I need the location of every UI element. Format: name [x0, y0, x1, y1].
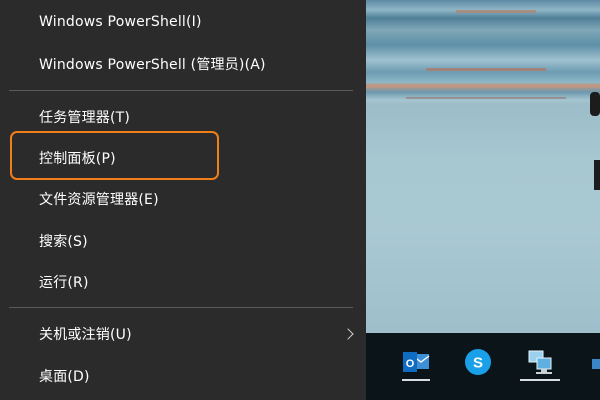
menu-item-run[interactable]: 运行(R) [0, 261, 366, 302]
menu-item-label: 运行(R) [39, 274, 89, 291]
chevron-right-icon [342, 327, 354, 340]
taskbar-overflow-icon[interactable] [592, 359, 600, 369]
menu-item-label: Windows PowerShell (管理员)(A) [39, 56, 266, 73]
menu-item-task-manager[interactable]: 任务管理器(T) [0, 96, 366, 137]
outlook-icon[interactable]: O [392, 343, 440, 381]
menu-separator [9, 90, 353, 91]
network-active-indicator [520, 379, 560, 381]
outlook-active-indicator [402, 379, 430, 381]
menu-item-desktop[interactable]: 桌面(D) [0, 355, 366, 396]
menu-item-powershell[interactable]: Windows PowerShell(I) [0, 1, 366, 42]
menu-item-label: 文件资源管理器(E) [39, 191, 159, 208]
taskbar: O S [366, 333, 600, 400]
menu-item-search[interactable]: 搜索(S) [0, 220, 366, 261]
menu-item-label: 任务管理器(T) [39, 109, 131, 126]
svg-text:S: S [473, 355, 483, 372]
menu-item-label: 搜索(S) [39, 233, 88, 250]
network-computer-icon[interactable] [516, 343, 564, 381]
menu-item-control-panel[interactable]: 控制面板(P) [0, 137, 366, 178]
desktop: O S Windows PowerShell(I) Windows PowerS… [0, 0, 600, 400]
menu-item-label: 桌面(D) [39, 368, 90, 385]
menu-separator [9, 307, 353, 308]
menu-item-shutdown-signout[interactable]: 关机或注销(U) [0, 313, 366, 354]
menu-item-powershell-admin[interactable]: Windows PowerShell (管理员)(A) [0, 43, 366, 84]
menu-item-label: 关机或注销(U) [39, 326, 132, 343]
svg-text:O: O [406, 358, 415, 370]
skype-icon[interactable]: S [454, 343, 502, 381]
menu-item-label: 控制面板(P) [39, 150, 116, 167]
menu-item-file-explorer[interactable]: 文件资源管理器(E) [0, 178, 366, 219]
winx-context-menu: Windows PowerShell(I) Windows PowerShell… [0, 0, 366, 400]
menu-item-label: Windows PowerShell(I) [39, 13, 202, 30]
